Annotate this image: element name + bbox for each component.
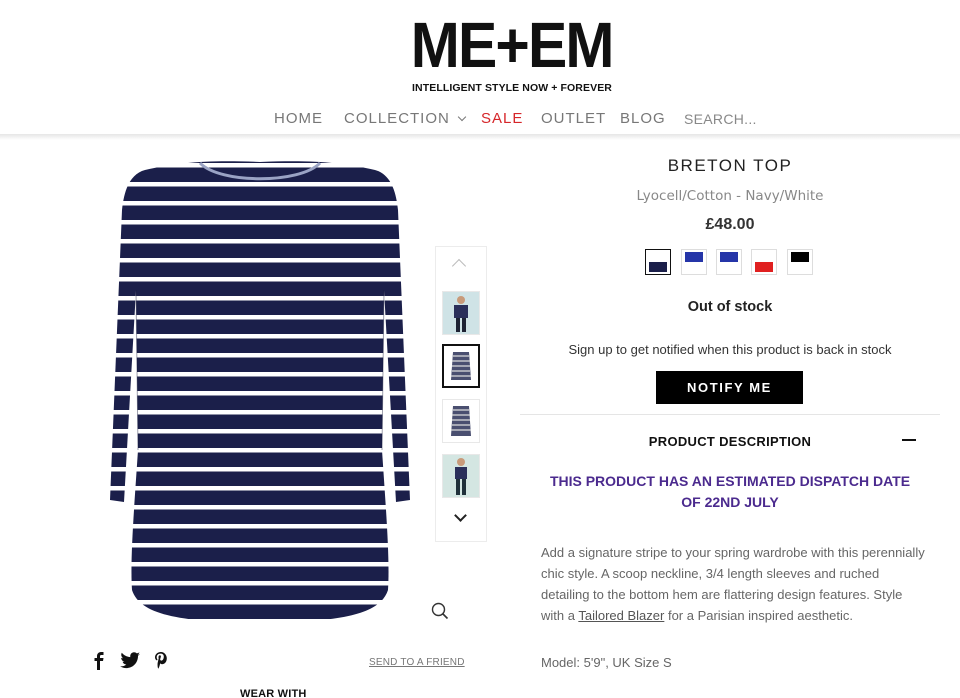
chevron-down-icon[interactable]: [454, 509, 467, 522]
thumbnail-3[interactable]: [442, 399, 480, 443]
thumbnail-1-image: [443, 292, 479, 334]
nav-collection-label: COLLECTION: [344, 110, 450, 127]
notify-me-button[interactable]: NOTIFY ME: [656, 371, 803, 404]
swatch-royal-blue-band: [685, 252, 703, 262]
product-image[interactable]: [100, 150, 420, 630]
pinterest-icon[interactable]: [154, 652, 168, 669]
thumbnail-strip: [435, 246, 487, 542]
thumbnail-4-image: [443, 455, 479, 497]
notify-message: Sign up to get notified when this produc…: [568, 342, 892, 357]
nav-outlet[interactable]: OUTLET: [541, 110, 606, 127]
brand-logo-text: ME+EM: [411, 9, 615, 81]
search-input[interactable]: SEARCH...: [684, 111, 757, 127]
swatch-navy-white-band: [649, 262, 667, 272]
product-subtitle: Lyocell/Cotton - Navy/White: [636, 188, 824, 204]
twitter-icon[interactable]: [120, 652, 140, 669]
swatch-royal-blue-2[interactable]: [716, 249, 742, 275]
main-nav: HOME COLLECTION SALE OUTLET BLOG SEARCH.…: [0, 110, 960, 134]
header-divider: [0, 134, 960, 140]
nav-sale[interactable]: SALE: [481, 110, 523, 127]
thumbnail-2-image: [444, 346, 478, 386]
model-info: Model: 5'9", UK Size S: [541, 655, 672, 670]
nav-collection[interactable]: COLLECTION: [344, 110, 467, 127]
description-text-2: for a Parisian inspired aesthetic.: [664, 608, 853, 623]
thumbnail-2[interactable]: [442, 344, 480, 388]
brand-tagline: INTELLIGENT STYLE NOW + FOREVER: [412, 82, 612, 94]
chevron-up-icon[interactable]: [451, 258, 467, 274]
product-title: BRETON TOP: [667, 156, 793, 175]
swatch-navy-white[interactable]: [645, 249, 671, 275]
product-price: £48.00: [705, 216, 755, 233]
thumbnail-3-image: [443, 400, 479, 442]
swatch-black-band: [791, 252, 809, 262]
thumbnail-4[interactable]: [442, 454, 480, 498]
swatch-red-band: [755, 262, 773, 272]
collapse-minus-icon[interactable]: [902, 439, 916, 441]
chevron-down-icon: [457, 112, 467, 122]
section-divider: [520, 414, 940, 415]
zoom-icon[interactable]: [431, 602, 449, 620]
swatch-red[interactable]: [751, 249, 777, 275]
swatch-royal-blue-2-band: [720, 252, 738, 262]
tailored-blazer-link[interactable]: Tailored Blazer: [578, 608, 664, 623]
swatch-royal-blue[interactable]: [681, 249, 707, 275]
swatch-black[interactable]: [787, 249, 813, 275]
product-description: Add a signature stripe to your spring wa…: [541, 542, 926, 626]
wear-with-heading: WEAR WITH: [240, 688, 307, 698]
dispatch-notice: THIS PRODUCT HAS AN ESTIMATED DISPATCH D…: [549, 473, 911, 510]
facebook-icon[interactable]: [93, 652, 105, 670]
product-description-heading[interactable]: PRODUCT DESCRIPTION: [520, 434, 940, 449]
nav-home[interactable]: HOME: [274, 110, 323, 127]
brand-logo[interactable]: ME+EM: [0, 9, 960, 81]
send-to-friend-link[interactable]: SEND TO A FRIEND: [369, 657, 465, 668]
thumbnail-1[interactable]: [442, 291, 480, 335]
stock-status: Out of stock: [687, 299, 773, 315]
nav-blog[interactable]: BLOG: [620, 110, 666, 127]
